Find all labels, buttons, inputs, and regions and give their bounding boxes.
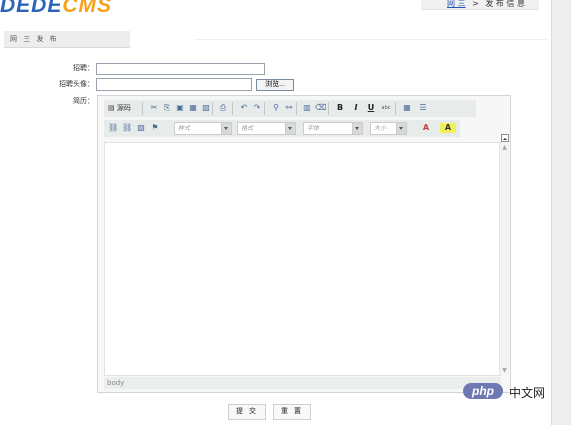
bg-color-icon[interactable]: A bbox=[440, 123, 456, 133]
editor-status-bar: body bbox=[104, 377, 501, 389]
scroll-down-icon[interactable]: ▼ bbox=[501, 367, 508, 374]
image-icon[interactable]: ▨ bbox=[136, 123, 146, 133]
italic-icon[interactable]: I bbox=[351, 103, 361, 113]
source-icon[interactable]: ▤ 源码 bbox=[108, 103, 138, 113]
toolbar-separator bbox=[328, 102, 329, 115]
chevron-down-icon bbox=[396, 123, 406, 134]
redo-icon[interactable]: ↷ bbox=[252, 103, 262, 113]
toolbar-separator bbox=[296, 102, 297, 115]
paste-text-icon[interactable]: ▦ bbox=[188, 103, 198, 113]
toolbar-separator bbox=[212, 102, 213, 115]
toolbar-separator bbox=[232, 102, 233, 115]
toolbar-separator bbox=[142, 102, 143, 115]
chevron-down-icon bbox=[352, 123, 362, 134]
copy-icon[interactable]: ⎘ bbox=[162, 103, 172, 113]
paste-word-icon[interactable]: ▧ bbox=[201, 103, 211, 113]
editor-toolbar-2: 样式 格式 字体 大小 A A ⛓ ⛓ ▨ ⚑ bbox=[104, 120, 460, 137]
section-tab-label: 网 三 发 布 bbox=[10, 35, 59, 43]
editor-scrollbar[interactable]: ▲ ▼ bbox=[499, 143, 509, 375]
browse-button[interactable]: 浏览... bbox=[256, 79, 294, 91]
table-icon[interactable]: ▦ bbox=[402, 103, 412, 113]
field2-label: 招聘头像： bbox=[59, 80, 94, 88]
field1-label: 招聘： bbox=[73, 64, 94, 72]
watermark-text: 中文网 bbox=[509, 386, 546, 400]
strike-icon[interactable]: abc bbox=[380, 103, 392, 113]
chevron-down-icon bbox=[221, 123, 231, 134]
section-tab[interactable]: 网 三 发 布 bbox=[4, 31, 130, 48]
scroll-up-icon[interactable]: ▲ bbox=[501, 144, 508, 151]
link-icon[interactable]: ⛓ bbox=[108, 123, 118, 133]
size-select[interactable]: 大小 bbox=[370, 122, 407, 135]
field1-input[interactable] bbox=[96, 63, 265, 75]
breadcrumb: 网 三 > 发 布 信 息 bbox=[421, 0, 539, 10]
horizontal-rule-icon[interactable]: ☰ bbox=[418, 103, 428, 113]
submit-button[interactable]: 提 交 bbox=[228, 404, 266, 420]
breadcrumb-current: 发 布 信 息 bbox=[485, 0, 525, 8]
page-scrollbar[interactable] bbox=[551, 0, 571, 425]
breadcrumb-link[interactable]: 网 三 bbox=[447, 0, 466, 8]
style-select[interactable]: 样式 bbox=[174, 122, 232, 135]
avatar-file-input[interactable] bbox=[96, 78, 252, 91]
cut-icon[interactable]: ✂ bbox=[149, 103, 159, 113]
field3-label: 简历： bbox=[73, 97, 94, 105]
rich-text-editor: ▤ 源码 ✂ ⎘ ▣ ▦ ▧ ⎙ ↶ ↷ ⚲ ⚯ ▥ ⌫ B I Uabc ▦ ☰ 样式 格式 字体 大小 A A… bbox=[97, 95, 511, 393]
toolbar-separator bbox=[395, 102, 396, 115]
divider bbox=[195, 39, 547, 40]
paste-icon[interactable]: ▣ bbox=[175, 103, 185, 113]
collapse-toolbar-icon[interactable] bbox=[501, 134, 509, 142]
bold-icon[interactable]: B bbox=[335, 103, 345, 113]
text-color-icon[interactable]: A bbox=[417, 123, 435, 133]
select-all-icon[interactable]: ▥ bbox=[302, 103, 312, 113]
watermark-pill: php bbox=[463, 383, 503, 399]
chevron-down-icon bbox=[285, 123, 295, 134]
flag-icon[interactable]: ⚑ bbox=[150, 123, 160, 133]
unlink-icon[interactable]: ⛓ bbox=[122, 123, 132, 133]
remove-format-icon[interactable]: ⌫ bbox=[315, 103, 326, 113]
dedecms-logo: DEDECMS bbox=[0, 0, 113, 17]
underline-icon[interactable]: U bbox=[366, 103, 376, 113]
undo-icon[interactable]: ↶ bbox=[239, 103, 249, 113]
php-watermark: php 中文网 bbox=[463, 381, 553, 401]
print-icon[interactable]: ⎙ bbox=[218, 103, 228, 113]
editor-toolbar-1: ▤ 源码 ✂ ⎘ ▣ ▦ ▧ ⎙ ↶ ↷ ⚲ ⚯ ▥ ⌫ B I Uabc ▦ ☰ bbox=[104, 100, 476, 117]
find-icon[interactable]: ⚲ bbox=[271, 103, 281, 113]
breadcrumb-separator: > bbox=[472, 0, 479, 8]
reset-button[interactable]: 重 置 bbox=[273, 404, 311, 420]
format-select[interactable]: 格式 bbox=[237, 122, 296, 135]
replace-icon[interactable]: ⚯ bbox=[284, 103, 294, 113]
toolbar-separator bbox=[264, 102, 265, 115]
font-select[interactable]: 字体 bbox=[303, 122, 363, 135]
editor-content-area[interactable] bbox=[104, 142, 501, 376]
